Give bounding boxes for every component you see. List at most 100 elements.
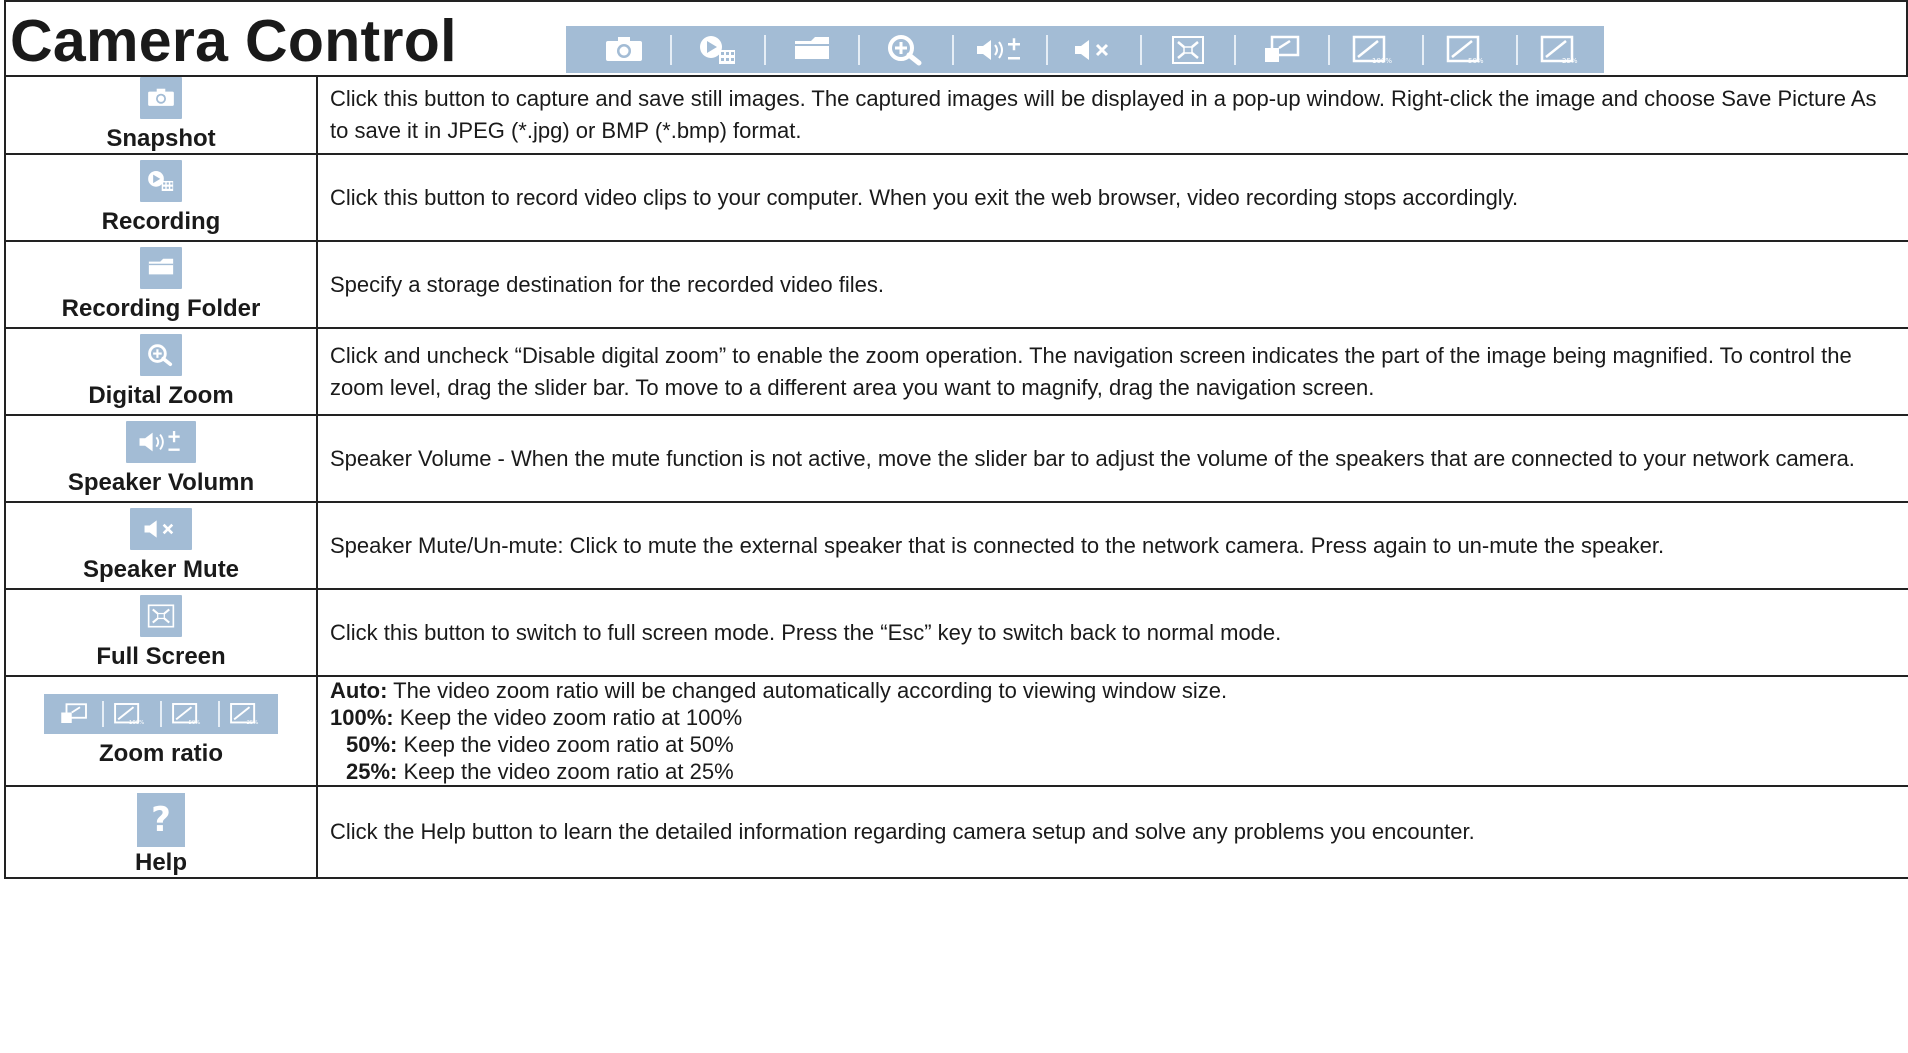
row-description: Click this button to capture and save st… bbox=[316, 75, 1908, 155]
icon-cell: Recording Folder bbox=[4, 240, 318, 329]
speaker-volume-button[interactable] bbox=[970, 30, 1030, 70]
zoom-ratio-key: Auto: bbox=[330, 678, 388, 703]
help-button[interactable]: ? bbox=[137, 793, 185, 847]
digital-zoom-button[interactable] bbox=[140, 333, 182, 376]
svg-text:25%: 25% bbox=[246, 720, 258, 726]
page-title: Camera Control bbox=[10, 8, 457, 74]
zoom-in-icon bbox=[148, 343, 173, 366]
table-row: Speaker Volumn Speaker Volume - When the… bbox=[4, 414, 1908, 503]
svg-text:50%: 50% bbox=[1468, 57, 1484, 65]
speaker-mute-button[interactable] bbox=[1064, 30, 1124, 70]
speaker-volume-button[interactable] bbox=[126, 420, 196, 463]
icon-cell: Snapshot bbox=[4, 75, 318, 155]
toolbar-divider bbox=[764, 34, 766, 65]
icon-cell: 100% 50% 25% Zoom ratio bbox=[4, 675, 318, 787]
table-row: Snapshot Click this button to capture an… bbox=[4, 75, 1908, 155]
toolbar-divider bbox=[670, 34, 672, 65]
toolbar-divider bbox=[1422, 34, 1424, 65]
row-description: Click and uncheck “Disable digital zoom”… bbox=[316, 327, 1908, 416]
snapshot-button[interactable] bbox=[594, 30, 654, 70]
recording-button[interactable] bbox=[688, 30, 748, 70]
table-row: Digital Zoom Click and uncheck “Disable … bbox=[4, 327, 1908, 416]
row-description: Speaker Mute/Un-mute: Click to mute the … bbox=[316, 501, 1908, 590]
mute-icon bbox=[144, 519, 174, 538]
table-row: Speaker Mute Speaker Mute/Un-mute: Click… bbox=[4, 501, 1908, 590]
recording-folder-button[interactable] bbox=[140, 246, 182, 289]
zoom-50-button[interactable]: 50% bbox=[1440, 30, 1500, 70]
zoom-ratio-key: 100%: bbox=[330, 705, 394, 730]
recording-folder-button[interactable] bbox=[782, 30, 842, 70]
folder-icon bbox=[795, 36, 829, 59]
record-icon bbox=[148, 170, 174, 191]
zoom-ratio-line: 100%: Keep the video zoom ratio at 100% bbox=[330, 704, 1898, 731]
zoom-ratio-line: 25%: Keep the video zoom ratio at 25% bbox=[330, 758, 1898, 785]
row-label: Help bbox=[134, 849, 187, 876]
zoom-100-button[interactable]: 100% bbox=[1346, 30, 1406, 70]
row-description: Click this button to switch to full scre… bbox=[316, 588, 1908, 677]
zoom-25-button[interactable]: 25% bbox=[224, 697, 272, 731]
toolbar-divider bbox=[952, 34, 954, 65]
mute-icon bbox=[1075, 39, 1109, 60]
zoom-auto-button[interactable] bbox=[50, 697, 98, 731]
row-label: Zoom ratio bbox=[99, 740, 223, 767]
row-label: Speaker Mute bbox=[82, 555, 240, 583]
zoom-50-button[interactable]: 50% bbox=[166, 697, 214, 731]
row-label: Digital Zoom bbox=[88, 381, 234, 409]
table-row: Full Screen Click this button to switch … bbox=[4, 588, 1908, 677]
volume-icon bbox=[139, 430, 180, 451]
zoom-50-icon: 50% bbox=[172, 703, 200, 726]
record-icon bbox=[700, 35, 735, 64]
row-description: Click this button to record video clips … bbox=[316, 153, 1908, 242]
camera-toolbar: 100% 50% 25% bbox=[566, 26, 1604, 73]
table-row: 100% 50% 25% Zoom ratio Auto: The video … bbox=[4, 675, 1908, 787]
icon-cell: ? Help bbox=[4, 785, 318, 879]
toolbar-divider bbox=[218, 701, 220, 727]
zoom-in-icon bbox=[888, 34, 922, 65]
zoom-auto-button[interactable] bbox=[1252, 30, 1312, 70]
control-reference-table: Snapshot Click this button to capture an… bbox=[4, 75, 1908, 879]
row-description: Speaker Volume - When the mute function … bbox=[316, 414, 1908, 503]
zoom-50-icon: 50% bbox=[1446, 35, 1484, 65]
row-label: Snapshot bbox=[106, 125, 216, 152]
zoom-100-button[interactable]: 100% bbox=[108, 697, 156, 731]
icon-cell: Recording bbox=[4, 153, 318, 242]
row-label: Recording Folder bbox=[61, 294, 261, 322]
zoom-auto-icon bbox=[1265, 35, 1300, 62]
table-row: ? Help Click the Help button to learn th… bbox=[4, 785, 1908, 879]
row-label: Recording bbox=[101, 207, 221, 235]
zoom-25-button[interactable]: 25% bbox=[1534, 30, 1594, 70]
table-row: Recording Folder Specify a storage desti… bbox=[4, 240, 1908, 329]
recording-button[interactable] bbox=[140, 159, 182, 202]
camera-icon bbox=[606, 36, 642, 61]
zoom-ratio-text: Keep the video zoom ratio at 25% bbox=[397, 759, 734, 784]
full-screen-button[interactable] bbox=[140, 594, 182, 637]
zoom-ratio-key: 25%: bbox=[346, 759, 398, 784]
speaker-mute-button[interactable] bbox=[130, 507, 192, 550]
row-description: Click the Help button to learn the detai… bbox=[316, 785, 1908, 879]
full-screen-button[interactable] bbox=[1158, 30, 1218, 70]
snapshot-button[interactable] bbox=[140, 77, 182, 119]
zoom-ratio-line: Auto: The video zoom ratio will be chang… bbox=[330, 677, 1898, 704]
zoom-25-icon: 25% bbox=[1540, 35, 1578, 65]
camera-icon bbox=[148, 88, 174, 106]
zoom-ratio-text: The video zoom ratio will be changed aut… bbox=[387, 678, 1228, 703]
icon-cell: Digital Zoom bbox=[4, 327, 318, 416]
help-icon: ? bbox=[151, 800, 171, 840]
svg-text:100%: 100% bbox=[129, 720, 144, 726]
toolbar-divider bbox=[858, 34, 860, 65]
digital-zoom-button[interactable] bbox=[876, 30, 936, 70]
header: Camera Control 100% 50% 25% bbox=[4, 0, 1908, 75]
zoom-100-icon: 100% bbox=[1352, 35, 1392, 65]
zoom-100-icon: 100% bbox=[114, 703, 144, 726]
zoom-ratio-key: 50%: bbox=[346, 732, 398, 757]
toolbar-divider bbox=[1516, 34, 1518, 65]
row-description: Specify a storage destination for the re… bbox=[316, 240, 1908, 329]
zoom-ratio-line: 50%: Keep the video zoom ratio at 50% bbox=[330, 731, 1898, 758]
toolbar-divider bbox=[1046, 34, 1048, 65]
zoom-25-icon: 25% bbox=[230, 703, 258, 726]
zoom-ratio-text: Keep the video zoom ratio at 50% bbox=[397, 732, 734, 757]
toolbar-divider bbox=[1140, 34, 1142, 65]
row-description: Auto: The video zoom ratio will be chang… bbox=[316, 675, 1908, 787]
icon-cell: Speaker Volumn bbox=[4, 414, 318, 503]
toolbar-divider bbox=[1328, 34, 1330, 65]
